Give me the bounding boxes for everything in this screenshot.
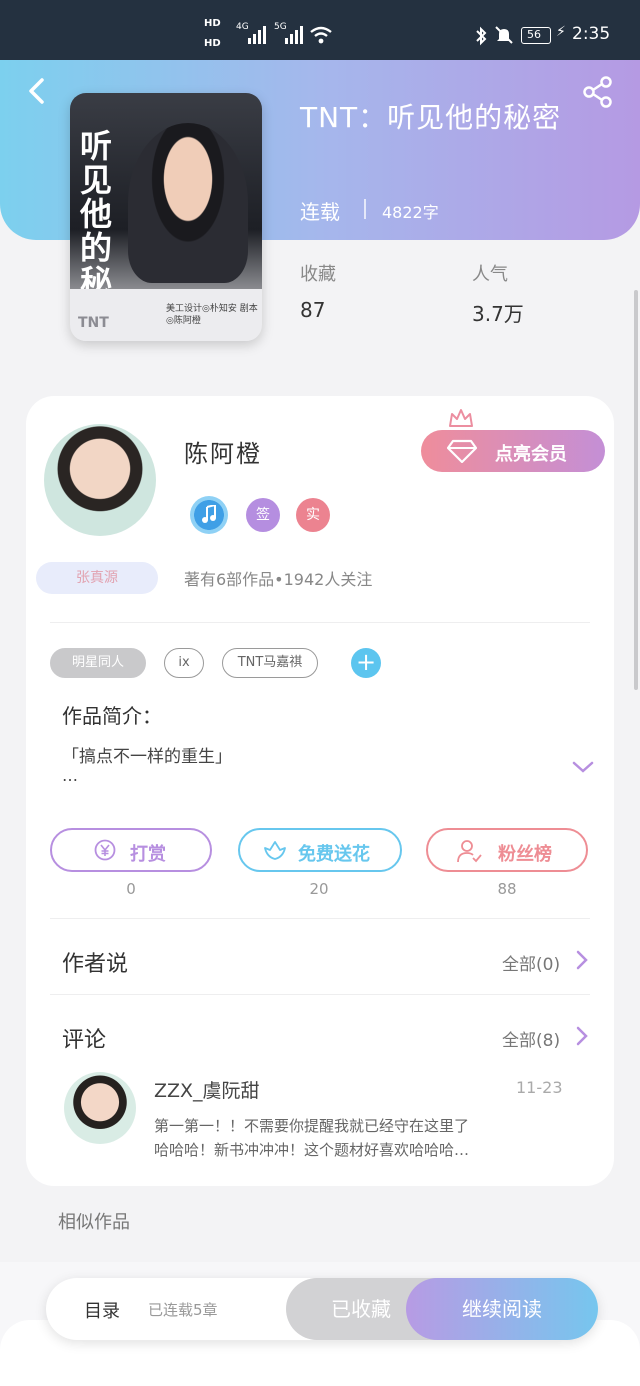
battery-level: 56 <box>527 28 541 41</box>
word-count: 4822字 <box>382 203 439 222</box>
serial-divider <box>364 199 366 219</box>
reward-button[interactable]: 打赏 <box>50 828 212 872</box>
yen-icon <box>94 839 116 861</box>
charging-icon: ⚡ <box>556 24 566 40</box>
signed-badge[interactable]: 签 <box>246 498 280 532</box>
author-avatar[interactable] <box>44 424 156 536</box>
hd2-indicator: HD <box>204 38 221 49</box>
author-meta: 著有6部作品•1942人关注 <box>184 570 373 589</box>
cover-tag: TNT <box>78 315 109 331</box>
clock: 2:35 <box>572 24 611 44</box>
back-button[interactable] <box>20 74 54 108</box>
scrollbar[interactable] <box>634 290 638 690</box>
status-bar: HD HD 4G 5G 56 ⚡ 2:35 <box>0 0 640 60</box>
comments-title: 评论 <box>62 1028 107 1053</box>
chapters-count[interactable]: 已连载5章 <box>148 1299 218 1320</box>
signal-icon <box>248 26 266 44</box>
author-says-title: 作者说 <box>62 952 129 977</box>
intro-ellipsis: … <box>62 766 78 785</box>
share-button[interactable] <box>580 74 616 110</box>
chevron-right-icon[interactable] <box>572 948 592 972</box>
verified-badge[interactable]: 实 <box>296 498 330 532</box>
comment-text-line: 哈哈哈！新书冲冲冲！这个题材好喜欢哈哈哈… <box>154 1141 470 1159</box>
comment-date: 11-23 <box>516 1078 563 1097</box>
intro-text: 「搞点不一样的重生」 <box>62 747 232 767</box>
serial-status: 连载 <box>300 200 340 224</box>
reward-label: 打赏 <box>130 844 166 865</box>
expand-chevron-icon[interactable] <box>570 756 596 778</box>
comment-text[interactable]: 第一第一！！不需要你提醒我就已经守在这里了 哈哈哈！新书冲冲冲！这个题材好喜欢哈… <box>154 1114 564 1162</box>
divider <box>50 994 590 995</box>
fans-ranking-label: 粉丝榜 <box>498 844 552 865</box>
fans-count: 88 <box>497 880 517 898</box>
commenter-avatar[interactable] <box>64 1072 136 1144</box>
send-flower-label: 免费送花 <box>298 844 370 865</box>
fan-tag[interactable]: 张真源 <box>36 562 158 594</box>
book-title: TNT：听见他的秘密 <box>300 101 562 134</box>
reward-count: 0 <box>126 880 136 898</box>
flower-icon <box>264 841 286 860</box>
music-badge-icon[interactable] <box>190 496 228 534</box>
flower-count: 20 <box>309 880 329 898</box>
book-cover[interactable]: 听见他的秘密 TNT 美工设计◎朴知安 剧本◎陈阿橙 <box>70 93 262 341</box>
tag-item[interactable]: TNT马嘉祺 <box>222 648 318 678</box>
popularity-label: 人气 <box>472 264 508 285</box>
hd1-indicator: HD <box>204 18 221 29</box>
commenter-name[interactable]: ZZX_虞阮甜 <box>154 1076 260 1103</box>
author-says-all-link[interactable]: 全部(0) <box>502 950 560 975</box>
popularity-value: 3.7万 <box>472 302 524 326</box>
music-note-icon <box>202 505 216 523</box>
continue-reading-button[interactable]: 继续阅读 <box>406 1278 598 1340</box>
tag-item[interactable]: 明星同人 <box>50 648 146 678</box>
wifi-icon <box>310 26 332 44</box>
bluetooth-icon <box>476 26 487 46</box>
cover-portrait <box>128 123 248 283</box>
similar-works-heading: 相似作品 <box>58 1212 130 1233</box>
vip-button[interactable]: 点亮会员 <box>421 430 605 472</box>
fans-ranking-button[interactable]: 粉丝榜 <box>426 828 588 872</box>
author-name[interactable]: 陈阿橙 <box>184 434 262 469</box>
divider <box>50 622 590 623</box>
intro-heading: 作品简介： <box>62 704 162 728</box>
vip-label: 点亮会员 <box>495 444 567 465</box>
mute-icon <box>495 26 513 44</box>
add-tag-button[interactable]: + <box>351 648 381 678</box>
comments-all-link[interactable]: 全部(8) <box>502 1026 560 1051</box>
cover-credits: 美工设计◎朴知安 剧本◎陈阿橙 <box>166 304 258 326</box>
divider <box>50 918 590 919</box>
send-flower-button[interactable]: 免费送花 <box>238 828 402 872</box>
signal-icon-2 <box>285 26 303 44</box>
toc-button[interactable]: 目录 <box>84 1297 120 1323</box>
diamond-icon <box>447 439 477 463</box>
fans-icon <box>457 840 482 863</box>
favorites-label: 收藏 <box>300 264 336 285</box>
crown-icon <box>449 409 473 427</box>
battery-icon: 56 <box>521 27 551 44</box>
tag-item[interactable]: ix <box>164 648 204 678</box>
comment-text-line: 第一第一！！不需要你提醒我就已经守在这里了 <box>154 1117 470 1135</box>
favorites-value: 87 <box>300 298 326 322</box>
chevron-right-icon[interactable] <box>572 1024 592 1048</box>
network-4g: 4G <box>236 22 249 32</box>
